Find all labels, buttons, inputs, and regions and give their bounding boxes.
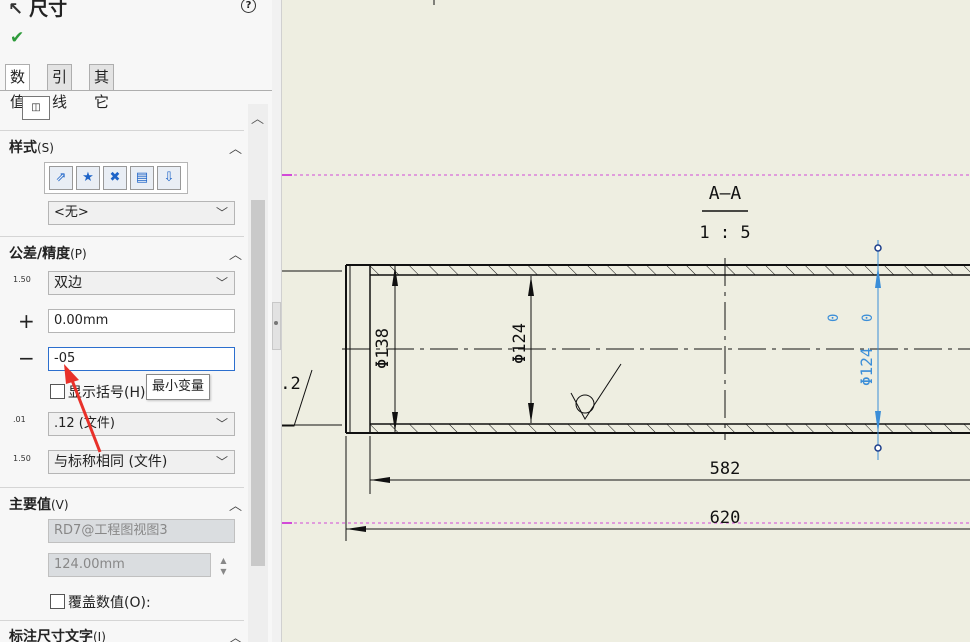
pm-title-text: 尺寸 [29,0,68,20]
arrow-head [346,526,366,532]
chevron-down-icon: ﹀ [215,206,228,220]
dim-text-620[interactable]: 620 [710,508,741,528]
section-divider [0,620,244,621]
property-manager-pane: ↖ 尺寸 ? ✔ 数值 引线 其它 ◫ 样式(S) ︿ ⇗ ★ ✖ ▤ ⇩ <无>… [0,0,273,642]
dimension-name-input: RD7@工程图视图3 [48,519,235,543]
roughness-value: 3.2 [282,374,301,394]
style-toolbar: ⇗ ★ ✖ ▤ ⇩ [44,162,188,194]
scroll-up-icon[interactable]: ︿ [251,108,264,127]
add-style-icon[interactable]: ★ [76,166,100,190]
apply-default-style-icon[interactable]: ⇗ [49,166,73,190]
splitter-dot-icon [274,321,278,325]
bottom-wall-hatch [370,424,970,433]
scale-label: 1 : 5 [699,223,750,243]
load-style-icon[interactable]: ⇩ [157,166,181,190]
scrollbar-thumb[interactable] [251,200,265,566]
collapse-icon[interactable]: ︿ [229,627,242,642]
show-parentheses-checkbox[interactable] [50,384,65,399]
primary-value-section-title[interactable]: 主要值(V) [9,494,69,514]
arrow-head [370,477,390,483]
style-section-title[interactable]: 样式(S) [9,137,54,157]
save-style-icon[interactable]: ▤ [130,166,154,190]
style-dropdown[interactable]: <无> ﹀ [48,201,235,225]
chevron-down-icon: ﹀ [215,276,228,290]
tab-value[interactable]: 数值 [5,64,31,111]
help-icon[interactable]: ? [241,0,256,13]
plus-icon: + [18,309,35,333]
surface-finish-circle-icon [575,394,595,414]
tolerance-type-icon: 1.50 [13,275,31,284]
drawing-canvas[interactable]: A—A 1 : 5 Φ138 Φ124 3.2 [282,0,970,642]
override-value-checkbox[interactable] [50,594,65,609]
tolerance-precision-icon: 1.50 [13,454,31,463]
collapse-icon[interactable]: ︿ [229,138,242,157]
collapse-icon[interactable]: ︿ [229,244,242,263]
preview-tol-upper[interactable]: 0 [826,314,842,322]
arrow-head [528,276,534,296]
drag-handle[interactable] [874,244,882,252]
drawing-view[interactable]: A—A 1 : 5 Φ138 Φ124 3.2 [282,0,970,642]
primary-value-input: 124.00mm [48,553,211,577]
tab-divider [0,90,272,91]
arrow-head [528,403,534,423]
dim-text-d124[interactable]: Φ124 [510,323,530,364]
minus-icon: − [18,346,35,370]
pane-splitter[interactable] [272,0,282,642]
tolerance-precision-dropdown[interactable]: 与标称相同 (文件) ﹀ [48,450,235,474]
max-variation-input[interactable]: 0.00mm [48,309,235,333]
tab-other[interactable]: 其它 [89,64,115,111]
chevron-down-icon: ﹀ [215,455,228,469]
min-variation-input[interactable]: -05 [48,347,235,371]
collapse-icon[interactable]: ︿ [229,495,242,514]
value-stepper[interactable]: ▲ ▼ [213,555,234,582]
dimension-favorite-icon[interactable]: ◫ [22,96,50,120]
tolerance-type-dropdown[interactable]: 双边 ﹀ [48,271,235,295]
dimension-icon: ↖ [8,0,24,20]
section-divider [0,487,244,488]
unit-precision-icon: .01 [13,415,26,424]
top-wall-hatch [370,266,970,275]
pane-scrollbar[interactable]: ︿ [248,104,268,642]
unit-precision-dropdown[interactable]: .12 (文件) ﹀ [48,412,235,436]
preview-dim-text[interactable]: Φ124 [857,347,876,386]
delete-style-icon[interactable]: ✖ [103,166,127,190]
show-parentheses-label: 显示括号(H) [68,385,146,401]
splitter-grip[interactable] [272,302,281,350]
pm-title: ↖ 尺寸 [8,0,67,21]
preview-tol-lower[interactable]: 0 [860,314,876,322]
override-value-label: 覆盖数值(O): [68,595,151,611]
dim-text-582[interactable]: 582 [710,459,741,479]
tolerance-section-title[interactable]: 公差/精度(P) [9,243,87,263]
ok-button[interactable]: ✔ [10,28,24,48]
tab-leader[interactable]: 引线 [47,64,73,111]
tooltip: 最小变量 [146,374,211,400]
section-label: A—A [709,183,742,204]
section-divider [0,236,244,237]
dim-text-d138[interactable]: Φ138 [373,328,393,369]
dimension-text-section-title[interactable]: 标注尺寸文字(I) [9,626,106,642]
drag-handle[interactable] [874,444,882,452]
chevron-down-icon: ﹀ [215,417,228,431]
section-divider [0,130,244,131]
